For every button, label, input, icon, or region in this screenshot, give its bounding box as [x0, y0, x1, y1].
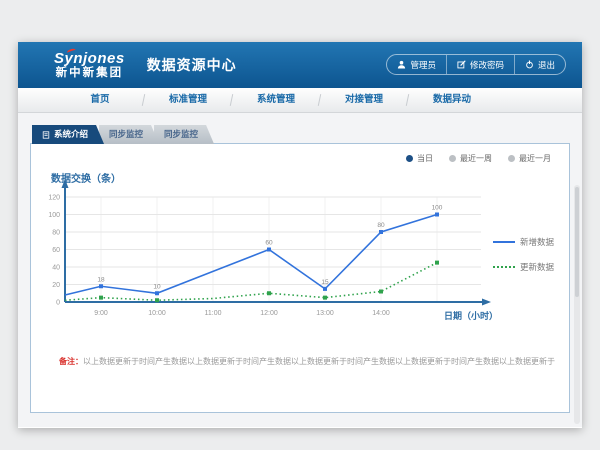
content-area: 系统介绍同步监控同步监控 当日最近一周最近一月 数据交换（条） 02040608… [18, 113, 582, 427]
data-point-marker [323, 287, 327, 291]
nav-item-0[interactable]: 首页 [56, 88, 144, 112]
data-point-marker [267, 248, 271, 252]
tab-label: 同步监控 [164, 125, 198, 144]
user-menu: 管理员 修改密码 退出 [386, 54, 566, 75]
app-window: Synjones 新中新集团 数据资源中心 管理员修改密码退出 首页标准管理系统… [18, 42, 582, 428]
x-tick-label: 14:00 [372, 310, 390, 317]
y-axis-arrow [62, 179, 69, 188]
footnote: 备注：以上数据更新于时间产生数据以上数据更新于时间产生数据以上数据更新于时间产生… [59, 356, 555, 367]
data-point-marker [379, 290, 383, 294]
logo-brand-text: Synjones [54, 51, 125, 67]
period-option-label: 当日 [417, 153, 433, 164]
power-icon [525, 60, 534, 69]
tab-2[interactable]: 同步监控 [154, 125, 214, 144]
user-menu-label: 修改密码 [470, 59, 504, 71]
vertical-scrollbar[interactable] [574, 185, 580, 424]
chart-panel: 当日最近一周最近一月 数据交换（条） 0204060801001209:0010… [30, 143, 570, 413]
nav-item-4[interactable]: 数据异动 [408, 88, 496, 112]
tab-label: 系统介绍 [54, 125, 88, 144]
user-menu-item-change-password[interactable]: 修改密码 [446, 55, 514, 74]
y-tick-label: 40 [52, 265, 60, 272]
data-point-label: 10 [153, 283, 161, 290]
nav-item-1[interactable]: 标准管理 [144, 88, 232, 112]
data-point-label: 18 [97, 276, 105, 283]
nav-item-3[interactable]: 对接管理 [320, 88, 408, 112]
scrollbar-thumb[interactable] [575, 187, 579, 297]
radio-icon[interactable] [508, 155, 515, 162]
data-point-label: 80 [377, 222, 385, 229]
legend-line-sample [493, 241, 515, 243]
y-tick-label: 20 [52, 282, 60, 289]
user-menu-item-admin[interactable]: 管理员 [387, 55, 446, 74]
x-axis-title: 日期（小时） [444, 310, 498, 321]
nav-item-2[interactable]: 系统管理 [232, 88, 320, 112]
user-icon [397, 60, 406, 69]
company-logo: Synjones 新中新集团 [54, 51, 125, 79]
edit-icon [457, 60, 466, 69]
radio-icon[interactable] [406, 155, 413, 162]
data-point-marker [435, 261, 439, 265]
tab-label: 同步监控 [109, 125, 143, 144]
legend-entry-1: 更新数据 [493, 261, 557, 273]
data-point-marker [267, 291, 271, 295]
chart-legend: 新增数据更新数据 [493, 236, 557, 286]
period-filter: 当日 最近一周 最近一月 [406, 153, 551, 164]
page-title: 数据资源中心 [147, 55, 237, 75]
data-point-marker [155, 291, 159, 295]
legend-entry-0: 新增数据 [493, 236, 557, 248]
tab-bar: 系统介绍 同步监控 同步监控 [32, 125, 209, 144]
data-point-marker [379, 230, 383, 234]
document-icon [42, 131, 50, 139]
x-axis-arrow [482, 299, 491, 306]
user-menu-item-logout[interactable]: 退出 [514, 55, 565, 74]
footnote-text: 以上数据更新于时间产生数据以上数据更新于时间产生数据以上数据更新于时间产生数据以… [83, 357, 555, 366]
main-nav: 首页标准管理系统管理对接管理数据异动 [18, 88, 582, 113]
data-point-marker [435, 213, 439, 217]
header: Synjones 新中新集团 数据资源中心 管理员 修改密码 退出 [18, 42, 582, 88]
data-point-label: 60 [265, 240, 273, 247]
legend-label: 更新数据 [520, 261, 554, 273]
data-point-marker [99, 296, 103, 300]
data-point-label: 15 [321, 279, 329, 286]
x-tick-label: 13:00 [316, 310, 334, 317]
data-point-marker [155, 298, 159, 302]
period-option-1[interactable]: 最近一周 [449, 153, 492, 164]
x-tick-label: 9:00 [94, 310, 108, 317]
x-tick-label: 12:00 [260, 310, 278, 317]
period-option-2[interactable]: 最近一月 [508, 153, 551, 164]
data-point-marker [99, 284, 103, 288]
logo-company-text: 新中新集团 [54, 67, 125, 79]
y-tick-label: 0 [56, 300, 60, 307]
line-chart: 0 20 40 60 80 100 120 9:00 10:00 11:00 12:00 13:00 1… [39, 172, 501, 324]
period-option-label: 最近一周 [460, 153, 492, 164]
legend-label: 新增数据 [520, 236, 554, 248]
legend-line-sample [493, 266, 515, 268]
chart-area: 0 20 40 60 80 100 120 9:00 10:00 11:00 12:00 13:00 1… [39, 172, 501, 324]
x-tick-label: 11:00 [205, 310, 222, 317]
user-menu-label: 退出 [538, 59, 555, 71]
data-point-marker [323, 296, 327, 300]
period-option-0[interactable]: 当日 [406, 153, 433, 164]
tab-1[interactable]: 同步监控 [99, 125, 159, 144]
data-point-label: 100 [432, 205, 443, 212]
tab-0[interactable]: 系统介绍 [32, 125, 104, 144]
period-option-label: 最近一月 [519, 153, 551, 164]
footnote-prefix: 备注： [59, 357, 83, 366]
y-tick-label: 80 [52, 230, 60, 237]
y-tick-label: 120 [48, 195, 60, 202]
radio-icon[interactable] [449, 155, 456, 162]
y-tick-label: 60 [52, 247, 60, 254]
y-tick-label: 100 [48, 212, 60, 219]
x-tick-label: 10:00 [148, 310, 166, 317]
user-menu-label: 管理员 [410, 59, 436, 71]
